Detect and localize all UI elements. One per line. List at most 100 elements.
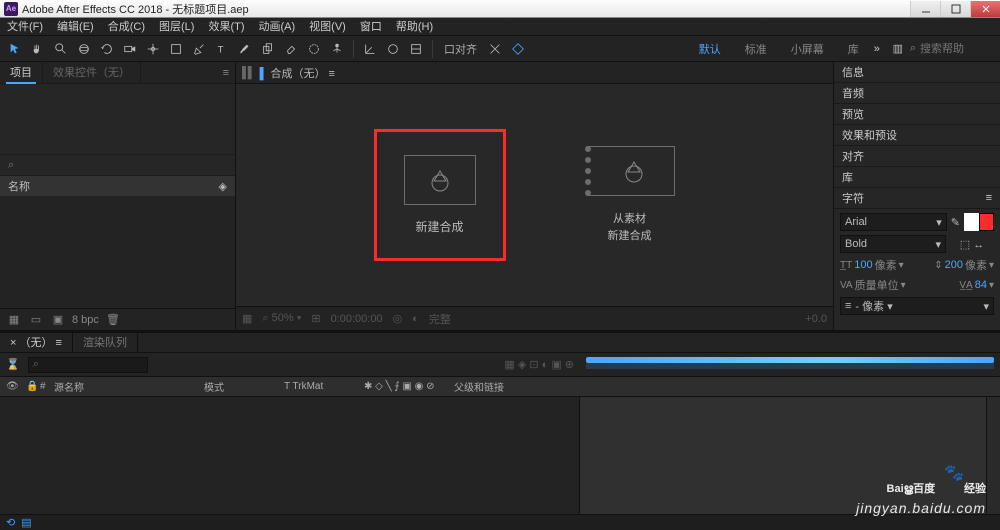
- selection-tool-icon[interactable]: [4, 38, 26, 60]
- menu-view[interactable]: 视图(V): [302, 18, 353, 36]
- close-button[interactable]: [970, 1, 1000, 17]
- pen-tool-icon[interactable]: [188, 38, 210, 60]
- vertical-scrollbar[interactable]: [986, 397, 1000, 514]
- leading-field[interactable]: ⇕ 200 像素 ▾: [934, 257, 994, 273]
- orbit-tool-icon[interactable]: [73, 38, 95, 60]
- delete-icon[interactable]: 🗑: [105, 312, 121, 328]
- anchor-tool-icon[interactable]: [142, 38, 164, 60]
- panel-preview[interactable]: 预览: [834, 104, 1000, 125]
- new-folder-icon[interactable]: ▭: [28, 312, 44, 328]
- help-search-input[interactable]: [920, 43, 990, 55]
- timecode-field-icon[interactable]: ⌛: [6, 358, 20, 371]
- timeline-search[interactable]: ⌕: [28, 357, 148, 373]
- new-comp-icon[interactable]: ▣: [50, 312, 66, 328]
- col-label-icon[interactable]: ◈: [219, 180, 227, 193]
- panel-audio[interactable]: 音频: [834, 83, 1000, 104]
- panel-character[interactable]: 字符≡: [834, 188, 1000, 209]
- toggle-alpha-icon[interactable]: ▦: [242, 312, 252, 325]
- puppet-tool-icon[interactable]: [326, 38, 348, 60]
- col-trkmat[interactable]: T TrkMat: [278, 381, 358, 392]
- layers-list[interactable]: [0, 397, 580, 514]
- rotate-tool-icon[interactable]: [96, 38, 118, 60]
- quality-dropdown[interactable]: 完整: [429, 311, 451, 327]
- toggle-switches-icon[interactable]: ⟲: [6, 516, 15, 529]
- new-comp-from-footage-button[interactable]: 从素材新建合成: [575, 140, 685, 250]
- snap-options-icon[interactable]: [484, 38, 506, 60]
- workspace-standard[interactable]: 标准: [737, 41, 775, 57]
- hand-tool-icon[interactable]: [27, 38, 49, 60]
- col-name[interactable]: 名称: [8, 178, 30, 194]
- col-parent[interactable]: 父级和链接: [448, 379, 538, 394]
- time-ruler[interactable]: [580, 353, 1000, 376]
- interpret-footage-icon[interactable]: ▦: [6, 312, 22, 328]
- minimize-button[interactable]: [910, 1, 940, 17]
- tab-effect-controls[interactable]: 效果控件（无）: [43, 62, 141, 84]
- workspace-small[interactable]: 小屏幕: [783, 41, 832, 57]
- menu-effect[interactable]: 效果(T): [201, 18, 251, 36]
- switch-icon[interactable]: ▦ ◈ ⊡ ◐ ▣ ⊕: [504, 358, 574, 371]
- swap-colors-icon[interactable]: ⬚ ↔: [950, 238, 994, 251]
- toggle-modes-icon[interactable]: ▤: [21, 516, 31, 529]
- snap-grid-icon[interactable]: [507, 38, 529, 60]
- local-axis-icon[interactable]: [359, 38, 381, 60]
- resolution-icon[interactable]: ⊞: [311, 312, 320, 325]
- col-switches-icon[interactable]: ✱ ◇ ╲ ⨍ ▣ ◉ ⊘: [358, 381, 448, 392]
- paragraph-options[interactable]: ≡- 像素 ▾▾: [840, 297, 994, 315]
- view-axis-icon[interactable]: [405, 38, 427, 60]
- roto-tool-icon[interactable]: [303, 38, 325, 60]
- menu-comp[interactable]: 合成(C): [101, 18, 152, 36]
- col-mode[interactable]: 模式: [198, 379, 278, 394]
- menu-help[interactable]: 帮助(H): [389, 18, 440, 36]
- tab-composition[interactable]: ▌ 合成（无） ≡: [260, 65, 335, 81]
- tracking-field[interactable]: V̲A̲ 84 ▾: [959, 279, 994, 291]
- menu-layer[interactable]: 图层(L): [152, 18, 201, 36]
- panel-library[interactable]: 库: [834, 167, 1000, 188]
- workspace-default[interactable]: 默认: [691, 41, 729, 57]
- panel-align[interactable]: 对齐: [834, 146, 1000, 167]
- panel-grip-icon[interactable]: ▌▌: [242, 67, 254, 79]
- current-time[interactable]: 0:00:00:00: [331, 313, 383, 325]
- menu-anim[interactable]: 动画(A): [252, 18, 303, 36]
- project-body[interactable]: [0, 196, 235, 308]
- eyedropper-icon[interactable]: ✎: [951, 216, 960, 229]
- brush-tool-icon[interactable]: [234, 38, 256, 60]
- tracks-area[interactable]: [580, 397, 1000, 514]
- zoom-dropdown[interactable]: ⌕ 50% ▾: [262, 312, 301, 325]
- panel-info[interactable]: 信息: [834, 62, 1000, 83]
- panel-menu-icon[interactable]: ≡: [986, 192, 992, 204]
- tab-project[interactable]: 项目: [0, 62, 43, 84]
- panel-effects-presets[interactable]: 效果和预设: [834, 125, 1000, 146]
- menu-file[interactable]: 文件(F): [0, 18, 50, 36]
- maximize-button[interactable]: [940, 1, 970, 17]
- snapshot-icon[interactable]: ◎: [393, 312, 403, 325]
- zoom-tool-icon[interactable]: [50, 38, 72, 60]
- project-search[interactable]: ⌕: [0, 154, 235, 176]
- shape-tool-icon[interactable]: [165, 38, 187, 60]
- col-source[interactable]: 源名称: [48, 379, 198, 394]
- menu-edit[interactable]: 编辑(E): [50, 18, 101, 36]
- world-axis-icon[interactable]: [382, 38, 404, 60]
- workspace-menu-icon[interactable]: ▥: [887, 38, 909, 60]
- reset-exposure-icon[interactable]: +0.0: [805, 313, 827, 325]
- menu-window[interactable]: 窗口: [353, 18, 389, 36]
- eraser-tool-icon[interactable]: [280, 38, 302, 60]
- timeline-tab-none[interactable]: × （无） ≡: [0, 333, 73, 353]
- kerning-field[interactable]: VA 质量单位 ▾: [840, 277, 906, 293]
- clone-tool-icon[interactable]: [257, 38, 279, 60]
- new-composition-button[interactable]: 新建合成: [385, 140, 495, 250]
- fill-stroke-swatch[interactable]: [964, 213, 994, 231]
- col-eye-icon[interactable]: 👁: [0, 381, 20, 392]
- panel-menu-icon[interactable]: ≡: [217, 67, 235, 79]
- font-weight-select[interactable]: Bold▾: [840, 235, 946, 253]
- color-depth[interactable]: 8 bpc: [72, 314, 99, 326]
- type-tool-icon[interactable]: T: [211, 38, 233, 60]
- channel-icon[interactable]: ◐: [412, 313, 419, 325]
- camera-tool-icon[interactable]: [119, 38, 141, 60]
- font-family-select[interactable]: Arial▾: [840, 213, 947, 231]
- workspace-overflow-icon[interactable]: »: [868, 43, 886, 55]
- col-lock-icon[interactable]: 🔒: [20, 381, 34, 392]
- snap-toggle[interactable]: 口对齐: [438, 41, 483, 57]
- font-size-field[interactable]: T̲T 100 像素 ▾: [840, 257, 904, 273]
- timeline-tab-render-queue[interactable]: 渲染队列: [73, 333, 138, 353]
- workspace-lib[interactable]: 库: [840, 41, 867, 57]
